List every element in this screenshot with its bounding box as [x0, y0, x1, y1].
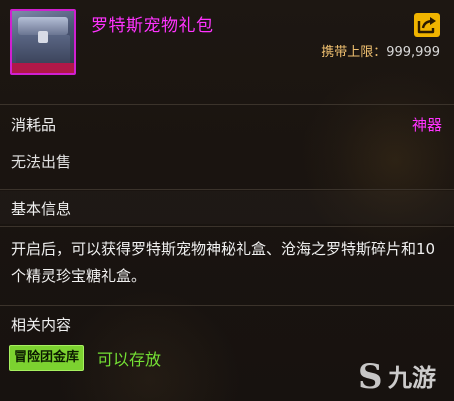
share-icon	[417, 17, 436, 34]
item-description: 开启后，可以获得罗特斯宠物神秘礼盒、沧海之罗特斯碎片和10个精灵珍宝糖礼盒。	[11, 240, 436, 285]
chest-lock	[38, 31, 48, 43]
item-rarity: 神器	[411, 116, 442, 134]
chest-ribbon	[12, 63, 74, 73]
sell-status: 无法出售	[11, 153, 72, 171]
divider	[0, 189, 454, 190]
carry-limit-value: 999,999	[386, 45, 440, 60]
watermark-logo: S 九游	[358, 359, 448, 395]
watermark-text: 九游	[388, 364, 436, 392]
basic-info-heading: 基本信息	[11, 200, 72, 218]
gift-chest-icon	[10, 9, 76, 75]
carry-limit: 携带上限：999,999	[321, 41, 440, 60]
guild-vault-tag: 冒险团金库	[9, 345, 85, 371]
item-header: 罗特斯宠物礼包 携带上限：999,999	[0, 0, 454, 104]
item-type: 消耗品	[11, 116, 57, 134]
storable-note: 可以存放	[97, 350, 162, 369]
divider	[0, 226, 454, 227]
related-heading: 相关内容	[11, 316, 72, 334]
divider	[0, 104, 454, 105]
item-tooltip: 罗特斯宠物礼包 携带上限：999,999 消耗品 神器 无法出售 基本信息 开启…	[0, 0, 454, 401]
divider	[0, 305, 454, 306]
item-name: 罗特斯宠物礼包	[91, 16, 214, 36]
carry-limit-label: 携带上限：	[321, 45, 387, 60]
share-button[interactable]	[414, 13, 440, 37]
watermark-s-icon: S	[358, 357, 383, 397]
